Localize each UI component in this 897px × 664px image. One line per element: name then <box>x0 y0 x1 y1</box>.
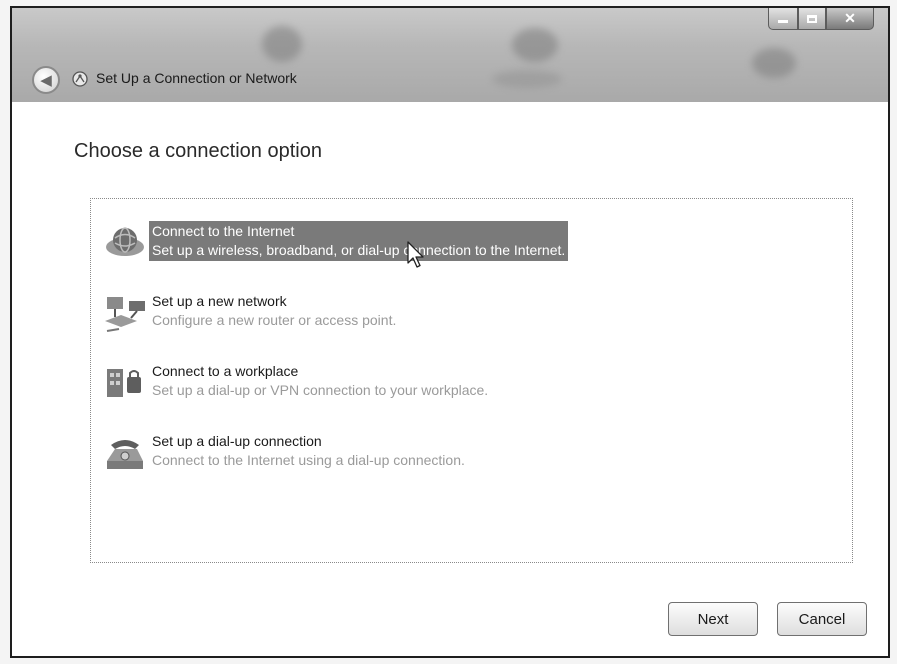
network-router-icon <box>105 297 145 332</box>
next-button[interactable]: Next <box>668 602 758 636</box>
option-title: Set up a new network <box>152 293 287 309</box>
maximize-button[interactable] <box>798 8 826 30</box>
caption-buttons: ✕ <box>768 8 874 30</box>
option-set-up-dial-up[interactable]: Set up a dial-up connection Connect to t… <box>101 431 841 483</box>
window-title: Set Up a Connection or Network <box>96 70 297 86</box>
option-set-up-new-network[interactable]: Set up a new network Configure a new rou… <box>101 291 841 343</box>
option-description: Configure a new router or access point. <box>152 312 397 328</box>
option-title: Connect to a workplace <box>152 363 299 379</box>
option-description: Set up a dial-up or VPN connection to yo… <box>152 382 489 398</box>
option-description: Set up a wireless, broadband, or dial-up… <box>152 242 566 258</box>
option-description: Connect to the Internet using a dial-up … <box>152 452 465 468</box>
globe-icon <box>106 227 144 256</box>
back-button[interactable]: ◀ <box>32 66 60 94</box>
option-title: Set up a dial-up connection <box>152 433 322 449</box>
back-arrow-icon: ◀ <box>40 71 52 89</box>
option-connect-to-workplace[interactable]: Connect to a workplace Set up a dial-up … <box>101 361 841 413</box>
mouse-pointer-icon <box>407 241 424 268</box>
wizard-content: Choose a connection option Connect to th… <box>12 102 888 656</box>
cancel-button[interactable]: Cancel <box>777 602 867 636</box>
connection-options-list: Connect to the Internet Set up a wireles… <box>90 198 853 563</box>
close-icon: ✕ <box>844 10 856 26</box>
maximize-icon <box>807 14 817 23</box>
option-title: Connect to the Internet <box>152 223 295 239</box>
minimize-icon <box>778 20 788 23</box>
minimize-button[interactable] <box>768 8 798 30</box>
wizard-window: ✕ ◀ Set Up a Connection or Network Choos… <box>10 6 890 658</box>
network-wizard-icon <box>72 71 88 87</box>
title-bar: ✕ ◀ Set Up a Connection or Network <box>12 8 888 102</box>
close-button[interactable]: ✕ <box>826 8 874 30</box>
workplace-vpn-icon <box>107 369 141 397</box>
page-heading: Choose a connection option <box>74 140 322 162</box>
dialup-phone-icon <box>107 440 143 469</box>
option-connect-to-internet[interactable]: Connect to the Internet Set up a wireles… <box>101 221 841 273</box>
